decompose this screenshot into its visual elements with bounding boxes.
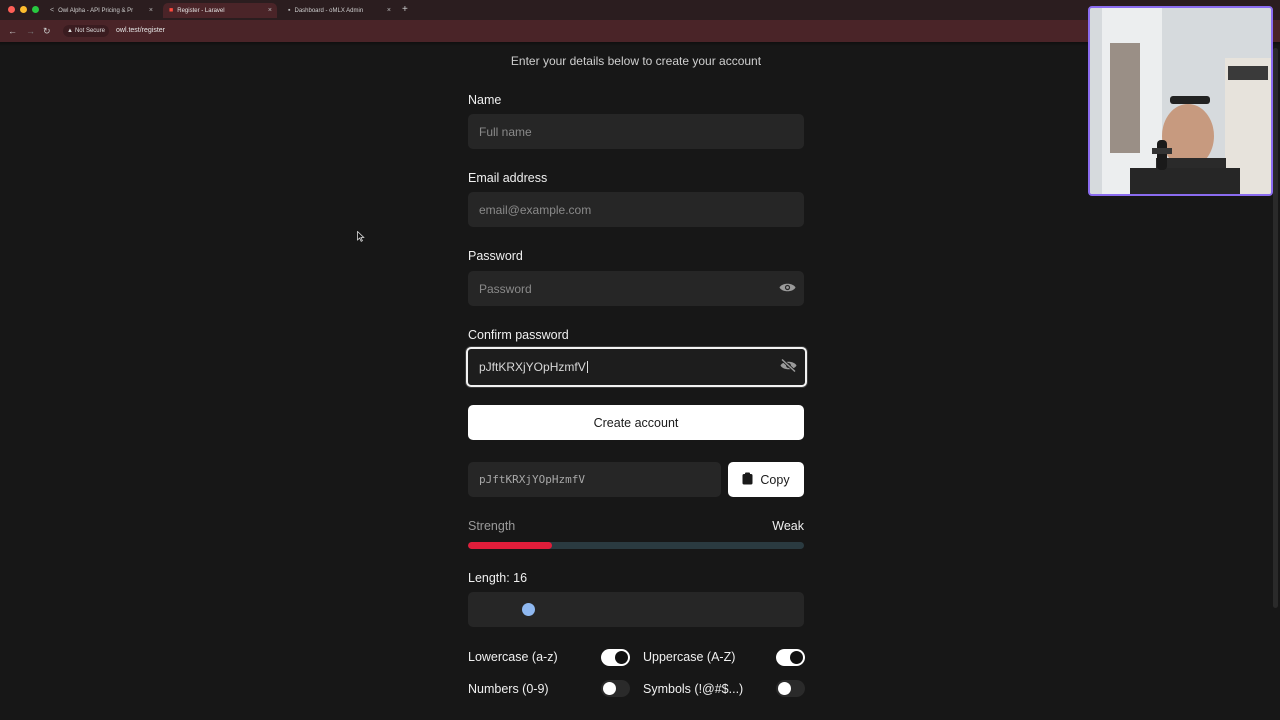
password-field[interactable]: Password	[468, 271, 804, 306]
numbers-option-label: Numbers (0-9)	[468, 682, 549, 696]
share-icon: <	[50, 7, 55, 14]
name-label: Name	[468, 93, 502, 107]
presenter-video-image	[1090, 8, 1271, 194]
laravel-icon: ■	[169, 7, 174, 14]
show-password-icon[interactable]	[779, 281, 796, 296]
forward-icon[interactable]: →	[26, 26, 35, 36]
strength-label: Strength	[468, 519, 516, 533]
security-label: Not Secure	[74, 28, 105, 34]
email-placeholder: email@example.com	[479, 202, 592, 217]
lowercase-toggle[interactable]	[601, 649, 630, 666]
strength-value: Weak	[772, 519, 804, 533]
new-tab-button[interactable]: +	[402, 4, 408, 15]
mouse-cursor-icon	[357, 229, 365, 247]
strength-meter-fill	[468, 542, 552, 549]
password-placeholder: Password	[479, 281, 532, 296]
name-field[interactable]: Full name	[468, 114, 804, 149]
confirm-password-label: Confirm password	[468, 328, 569, 342]
copy-label: Copy	[760, 472, 790, 487]
close-tab-icon[interactable]: ×	[387, 7, 391, 14]
warning-icon: ▲	[67, 28, 73, 34]
generated-password-value: pJftKRXjYOpHzmfV	[479, 473, 585, 486]
back-icon[interactable]: ←	[8, 26, 17, 36]
tab-label: Owl Alpha - API Pricing & Pr	[58, 7, 134, 14]
lowercase-option-label: Lowercase (a-z)	[468, 650, 558, 664]
length-slider[interactable]	[468, 592, 804, 627]
tab-dashboard[interactable]: ▪ Dashboard - oMLX Admin ×	[282, 3, 396, 18]
email-label: Email address	[468, 171, 548, 185]
tab-owl-alpha[interactable]: < Owl Alpha - API Pricing & Pr ×	[44, 3, 158, 18]
tab-register[interactable]: ■ Register - Laravel ×	[163, 3, 277, 18]
close-tab-icon[interactable]: ×	[149, 7, 153, 14]
toggle-knob	[778, 682, 791, 695]
name-placeholder: Full name	[479, 124, 532, 139]
confirm-password-value: pJftKRXjYOpHzmfV	[479, 360, 586, 374]
toggle-knob	[790, 651, 803, 664]
webcam-overlay	[1088, 6, 1273, 196]
strength-meter	[468, 542, 804, 549]
length-label: Length: 16	[468, 571, 528, 585]
text-caret	[586, 361, 588, 373]
create-account-button[interactable]: Create account	[468, 405, 804, 440]
toggle-knob	[603, 682, 616, 695]
symbols-toggle[interactable]	[776, 680, 805, 697]
hide-password-icon[interactable]	[780, 358, 797, 376]
url-text[interactable]: owl.test/register	[116, 27, 165, 34]
maximize-window-button[interactable]	[32, 6, 39, 13]
clipboard-icon	[742, 472, 753, 488]
page-subtitle: Enter your details below to create your …	[510, 54, 762, 68]
tab-label: Dashboard - oMLX Admin	[294, 7, 364, 14]
minimize-window-button[interactable]	[20, 6, 27, 13]
toggle-knob	[615, 651, 628, 664]
page-icon: ▪	[288, 7, 291, 14]
reload-icon[interactable]: ↻	[43, 26, 51, 37]
password-label: Password	[468, 249, 523, 263]
uppercase-toggle[interactable]	[776, 649, 805, 666]
security-indicator[interactable]: ▲ Not Secure	[63, 25, 109, 37]
tab-label: Register - Laravel	[177, 7, 225, 14]
uppercase-option-label: Uppercase (A-Z)	[643, 650, 736, 664]
copy-button[interactable]: Copy	[728, 462, 804, 497]
length-slider-thumb[interactable]	[522, 603, 535, 616]
numbers-toggle[interactable]	[601, 680, 630, 697]
email-field[interactable]: email@example.com	[468, 192, 804, 227]
page-scrollbar[interactable]	[1273, 48, 1278, 608]
confirm-password-field[interactable]: pJftKRXjYOpHzmfV	[466, 347, 807, 387]
close-window-button[interactable]	[8, 6, 15, 13]
generated-password-field[interactable]: pJftKRXjYOpHzmfV	[468, 462, 721, 497]
close-tab-icon[interactable]: ×	[268, 7, 272, 14]
symbols-option-label: Symbols (!@#$...)	[643, 682, 744, 696]
